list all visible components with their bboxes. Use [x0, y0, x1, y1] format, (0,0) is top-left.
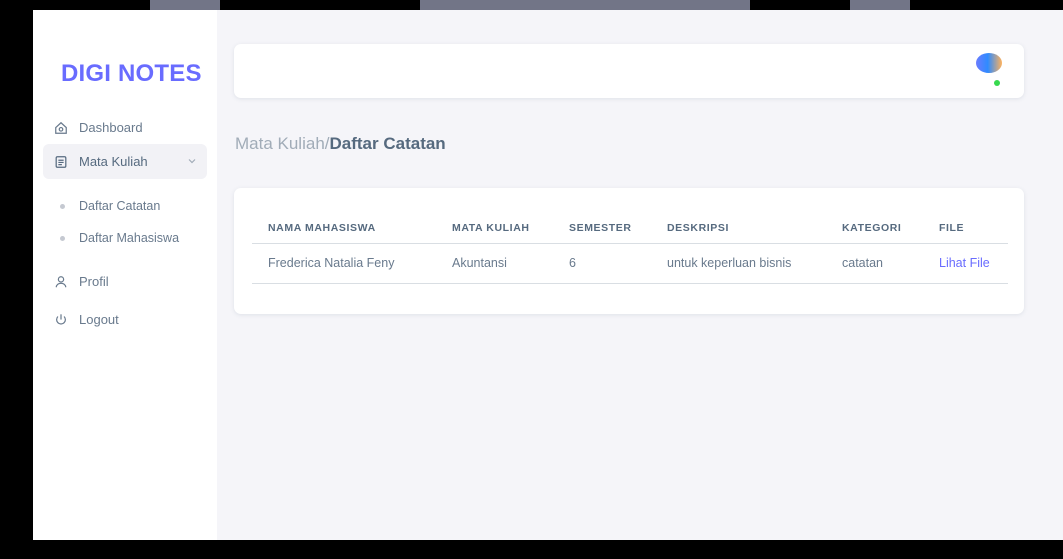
- sidebar-item-dashboard[interactable]: Dashboard: [43, 110, 207, 145]
- column-header-nama: NAMA MAHASISWA: [252, 213, 436, 244]
- sidebar-item-label: Logout: [79, 312, 119, 327]
- breadcrumb-parent[interactable]: Mata Kuliah/: [235, 134, 330, 153]
- cell-deskripsi: untuk keperluan bisnis: [651, 243, 826, 284]
- bullet-icon: [60, 235, 65, 241]
- sidebar-item-label: Profil: [79, 274, 109, 289]
- sidebar: DIGI NOTES Dashboard Mata Kuliah Daftar …: [33, 10, 217, 540]
- top-navbar: [234, 44, 1024, 98]
- app-screen: DIGI NOTES Dashboard Mata Kuliah Daftar …: [33, 10, 1063, 540]
- top-band: [0, 0, 1063, 10]
- table-header-row: NAMA MAHASISWA MATA KULIAH SEMESTER DESK…: [252, 213, 1008, 244]
- breadcrumb: Mata Kuliah/Daftar Catatan: [235, 134, 446, 154]
- breadcrumb-current: Daftar Catatan: [329, 134, 446, 153]
- chevron-down-icon: [188, 159, 196, 164]
- sidebar-subitem-label: Daftar Mahasiswa: [79, 231, 180, 245]
- brand-logo[interactable]: DIGI NOTES: [61, 60, 202, 88]
- watermark-fragment: [420, 0, 750, 10]
- notes-table: NAMA MAHASISWA MATA KULIAH SEMESTER DESK…: [252, 213, 1008, 284]
- user-icon: [54, 275, 68, 289]
- column-header-mata-kuliah: MATA KULIAH: [436, 213, 553, 244]
- sidebar-item-label: Dashboard: [79, 120, 143, 135]
- column-header-file: FILE: [923, 213, 1008, 244]
- view-file-link[interactable]: Lihat File: [939, 256, 990, 270]
- sidebar-subitem-daftar-mahasiswa[interactable]: Daftar Mahasiswa: [43, 225, 207, 251]
- cell-nama: Frederica Natalia Feny: [252, 243, 436, 284]
- document-icon: [54, 155, 68, 169]
- cell-semester: 6: [553, 243, 651, 284]
- cell-kategori: catatan: [826, 243, 923, 284]
- watermark-fragment: [850, 0, 910, 10]
- power-icon: [54, 313, 68, 327]
- cell-mata-kuliah: Akuntansi: [436, 243, 553, 284]
- sidebar-item-mata-kuliah[interactable]: Mata Kuliah: [43, 144, 207, 179]
- sidebar-item-logout[interactable]: Logout: [43, 302, 207, 337]
- bullet-icon: [60, 203, 65, 209]
- sidebar-subitem-daftar-catatan[interactable]: Daftar Catatan: [43, 193, 207, 219]
- watermark-fragment: [150, 0, 220, 10]
- avatar[interactable]: [976, 53, 1002, 73]
- notes-table-card: NAMA MAHASISWA MATA KULIAH SEMESTER DESK…: [234, 188, 1024, 314]
- column-header-kategori: KATEGORI: [826, 213, 923, 244]
- sidebar-item-profil[interactable]: Profil: [43, 264, 207, 299]
- table-row: Frederica Natalia Feny Akuntansi 6 untuk…: [252, 243, 1008, 284]
- column-header-deskripsi: DESKRIPSI: [651, 213, 826, 244]
- online-status-dot: [994, 80, 1000, 86]
- column-header-semester: SEMESTER: [553, 213, 651, 244]
- sidebar-subitem-label: Daftar Catatan: [79, 199, 161, 213]
- sidebar-item-label: Mata Kuliah: [79, 154, 148, 169]
- home-icon: [54, 121, 68, 135]
